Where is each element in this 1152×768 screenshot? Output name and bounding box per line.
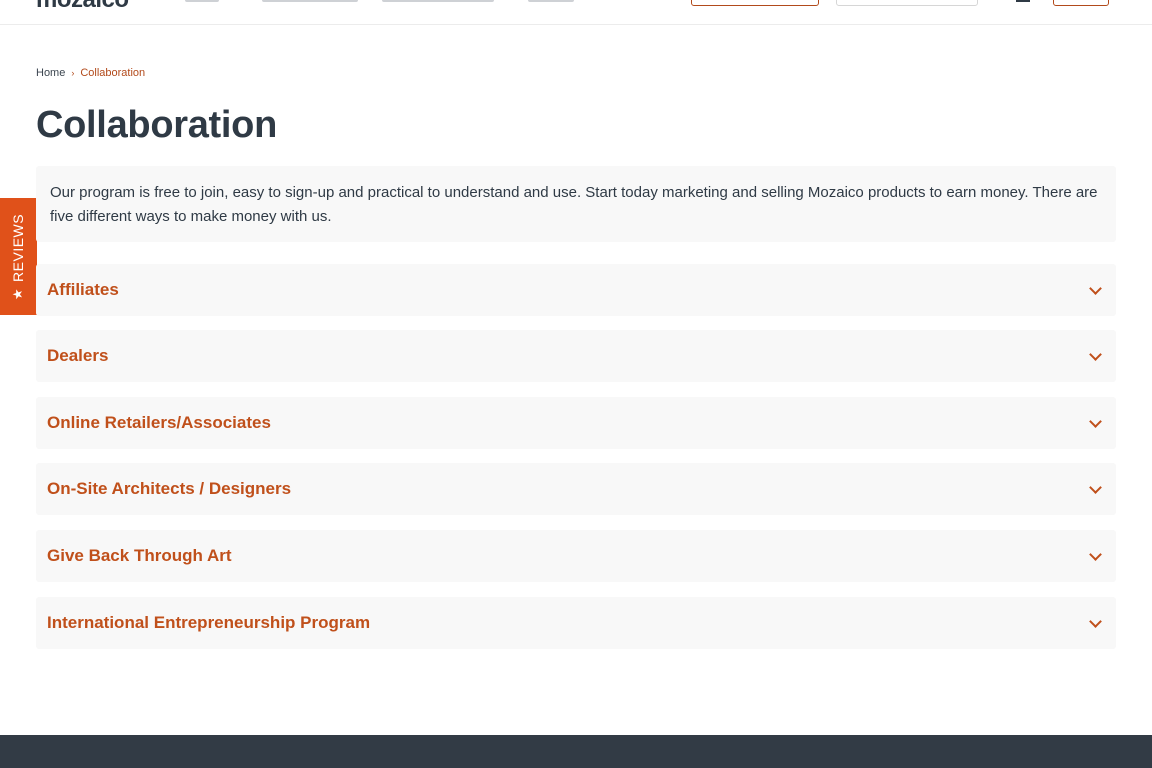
breadcrumb: Home › Collaboration bbox=[36, 67, 145, 79]
accordion-label: On-Site Architects / Designers bbox=[47, 479, 292, 498]
breadcrumb-separator-icon: › bbox=[71, 68, 75, 78]
chevron-down-icon bbox=[1089, 347, 1102, 361]
page-title: Collaboration bbox=[36, 104, 277, 146]
accordion-item-dealers[interactable]: Dealers bbox=[36, 330, 1116, 382]
chevron-down-icon bbox=[1089, 480, 1102, 494]
accordion-label: Dealers bbox=[47, 346, 109, 365]
nav-link[interactable] bbox=[382, 0, 494, 2]
chevron-down-icon bbox=[1089, 414, 1102, 428]
nav-link[interactable] bbox=[185, 0, 219, 2]
breadcrumb-current: Collaboration bbox=[80, 67, 146, 79]
site-logo[interactable]: mozaico bbox=[36, 0, 129, 14]
star-icon: ★ bbox=[10, 287, 26, 300]
accordion-item-international[interactable]: International Entrepreneurship Program bbox=[36, 597, 1116, 649]
accordion-label: Affiliates bbox=[47, 280, 119, 299]
search-input[interactable] bbox=[836, 0, 978, 6]
cart-icon[interactable] bbox=[1016, 0, 1030, 2]
accordion-label: Give Back Through Art bbox=[47, 546, 232, 565]
accordion-item-affiliates[interactable]: Affiliates bbox=[36, 264, 1116, 316]
header-small-button[interactable] bbox=[1053, 0, 1109, 6]
reviews-tab-label: REVIEWS bbox=[10, 213, 27, 282]
chevron-down-icon bbox=[1089, 547, 1102, 561]
nav-link[interactable] bbox=[528, 0, 574, 2]
nav-link[interactable] bbox=[262, 0, 358, 2]
header-button[interactable] bbox=[691, 0, 819, 6]
intro-text: Our program is free to join, easy to sig… bbox=[36, 166, 1116, 242]
reviews-tab[interactable]: ★ REVIEWS bbox=[0, 198, 37, 315]
accordion-label: International Entrepreneurship Program bbox=[47, 613, 371, 632]
accordion-label: Online Retailers/Associates bbox=[47, 413, 271, 432]
accordion-item-online-retailers[interactable]: Online Retailers/Associates bbox=[36, 397, 1116, 449]
site-header: mozaico bbox=[0, 0, 1152, 25]
chevron-down-icon bbox=[1089, 614, 1102, 628]
accordion-item-architects-designers[interactable]: On-Site Architects / Designers bbox=[36, 463, 1116, 515]
accordion-item-give-back[interactable]: Give Back Through Art bbox=[36, 530, 1116, 582]
site-footer bbox=[0, 735, 1152, 768]
chevron-down-icon bbox=[1089, 281, 1102, 295]
breadcrumb-home-link[interactable]: Home bbox=[36, 67, 65, 79]
